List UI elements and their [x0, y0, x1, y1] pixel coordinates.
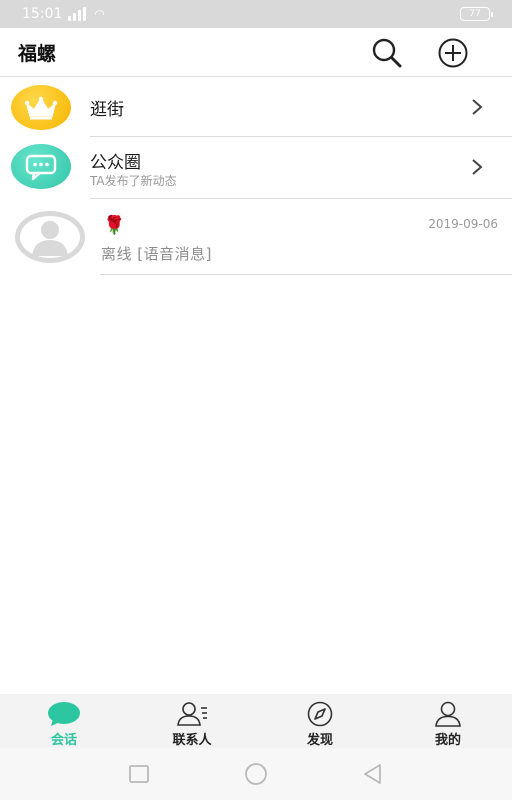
chat-bubble-icon — [48, 702, 80, 726]
tab-profile[interactable]: 我的 — [384, 694, 512, 748]
status-left: 15:01 ◠ — [22, 6, 105, 22]
chevron-right-icon — [472, 159, 483, 175]
list-item-chat[interactable]: 🌹 2019-09-06 离线 [语音消息] — [0, 199, 512, 275]
tab-contacts[interactable]: 联系人 — [128, 694, 256, 748]
list-item-title: 逛街 — [90, 100, 124, 120]
tab-discover[interactable]: 发现 — [256, 694, 384, 748]
signal-icon — [68, 7, 87, 21]
tab-label: 会话 — [50, 733, 77, 748]
back-button[interactable] — [360, 761, 386, 787]
bottom-tab-bar: 会话 联系人 发现 我的 — [0, 694, 512, 748]
status-bar: 15:01 ◠ 77 — [0, 0, 512, 28]
add-button[interactable] — [435, 37, 471, 69]
system-nav-bar — [0, 748, 512, 800]
tab-label: 我的 — [434, 733, 461, 748]
search-icon — [372, 38, 402, 68]
public-circle-avatar — [11, 144, 71, 189]
list-item-subtitle: TA发布了新动态 — [90, 174, 177, 188]
tab-label: 联系人 — [172, 733, 212, 748]
message-preview: 离线 [语音消息] — [101, 245, 212, 263]
conversation-list: 逛街 公众圈 TA发布了新动态 🌹 2019-09-06 离线 [语音消息] — [0, 78, 512, 275]
message-bubble-icon — [25, 154, 57, 180]
crown-avatar — [11, 85, 71, 130]
default-avatar-icon — [15, 211, 85, 263]
list-item-public-circle[interactable]: 公众圈 TA发布了新动态 — [0, 137, 512, 199]
wifi-icon: ◠ — [94, 7, 105, 21]
search-button[interactable] — [370, 37, 406, 69]
home-button[interactable] — [243, 761, 269, 787]
status-time: 15:01 — [22, 6, 63, 22]
crown-icon — [24, 96, 58, 119]
contact-name: 🌹 — [103, 215, 126, 236]
battery-level: 77 — [469, 9, 481, 19]
message-date: 2019-09-06 — [428, 217, 498, 231]
compass-icon — [307, 701, 333, 727]
plus-circle-icon — [438, 38, 468, 68]
divider — [100, 274, 512, 275]
chevron-right-icon — [472, 99, 483, 115]
list-item-title: 公众圈 — [90, 153, 141, 173]
tab-label: 发现 — [306, 733, 333, 748]
battery-icon: 77 — [460, 7, 493, 21]
list-item-shopping[interactable]: 逛街 — [0, 78, 512, 137]
page-title: 福螺 — [18, 42, 57, 65]
contacts-icon — [177, 702, 207, 726]
app-header: 福螺 — [0, 28, 512, 77]
tab-conversations[interactable]: 会话 — [0, 694, 128, 748]
recent-apps-button[interactable] — [126, 761, 152, 787]
profile-icon — [435, 701, 461, 727]
